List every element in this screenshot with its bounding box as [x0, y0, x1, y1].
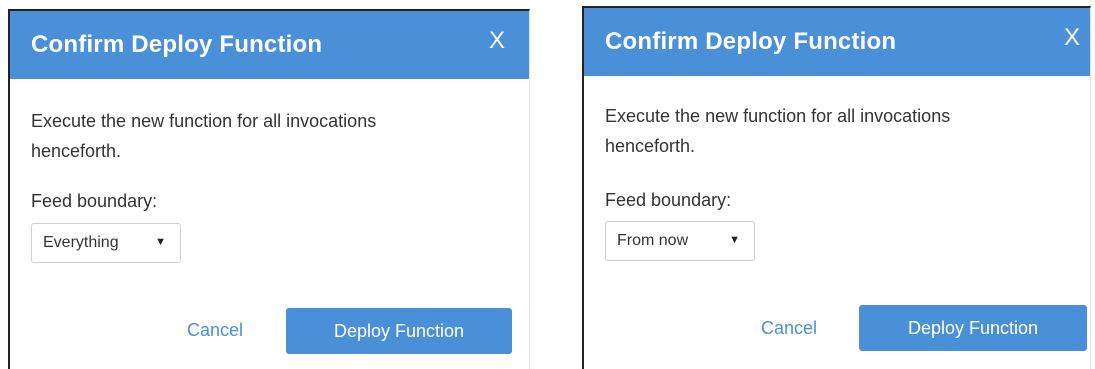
cancel-button[interactable]: Cancel: [187, 320, 243, 341]
dialog-message: Execute the new function for all invocat…: [31, 106, 491, 166]
feed-boundary-label: Feed boundary:: [605, 190, 732, 210]
close-button[interactable]: X: [1064, 24, 1080, 52]
dialog-header: Confirm Deploy Function X: [584, 8, 1090, 76]
feed-boundary-select[interactable]: From now ▼: [605, 221, 755, 261]
feed-boundary-label: Feed boundary:: [31, 191, 158, 211]
dialog-title: Confirm Deploy Function: [31, 31, 323, 58]
chevron-down-icon: ▼: [155, 236, 166, 248]
dialog-message-line: Execute the new function for all invocat…: [605, 106, 951, 126]
chevron-down-icon: ▼: [729, 234, 740, 246]
cancel-button[interactable]: Cancel: [761, 318, 817, 339]
dialog-message-line: henceforth.: [31, 141, 122, 161]
dialog-title: Confirm Deploy Function: [605, 28, 897, 55]
deploy-function-button[interactable]: Deploy Function: [859, 305, 1087, 351]
confirm-deploy-dialog-from-now: Confirm Deploy Function X Execute the ne…: [582, 6, 1091, 369]
select-value: Everything: [43, 234, 119, 251]
dialog-message: Execute the new function for all invocat…: [605, 101, 1065, 161]
deploy-function-button[interactable]: Deploy Function: [286, 308, 512, 354]
confirm-deploy-dialog-everything: Confirm Deploy Function X Execute the ne…: [8, 9, 530, 369]
feed-boundary-select[interactable]: Everything ▼: [31, 223, 181, 263]
dialog-message-line: Execute the new function for all invocat…: [31, 111, 377, 131]
dialog-message-line: henceforth.: [605, 136, 696, 156]
dialog-header: Confirm Deploy Function X: [10, 11, 529, 79]
select-value: From now: [617, 232, 689, 249]
close-button[interactable]: X: [489, 27, 505, 55]
